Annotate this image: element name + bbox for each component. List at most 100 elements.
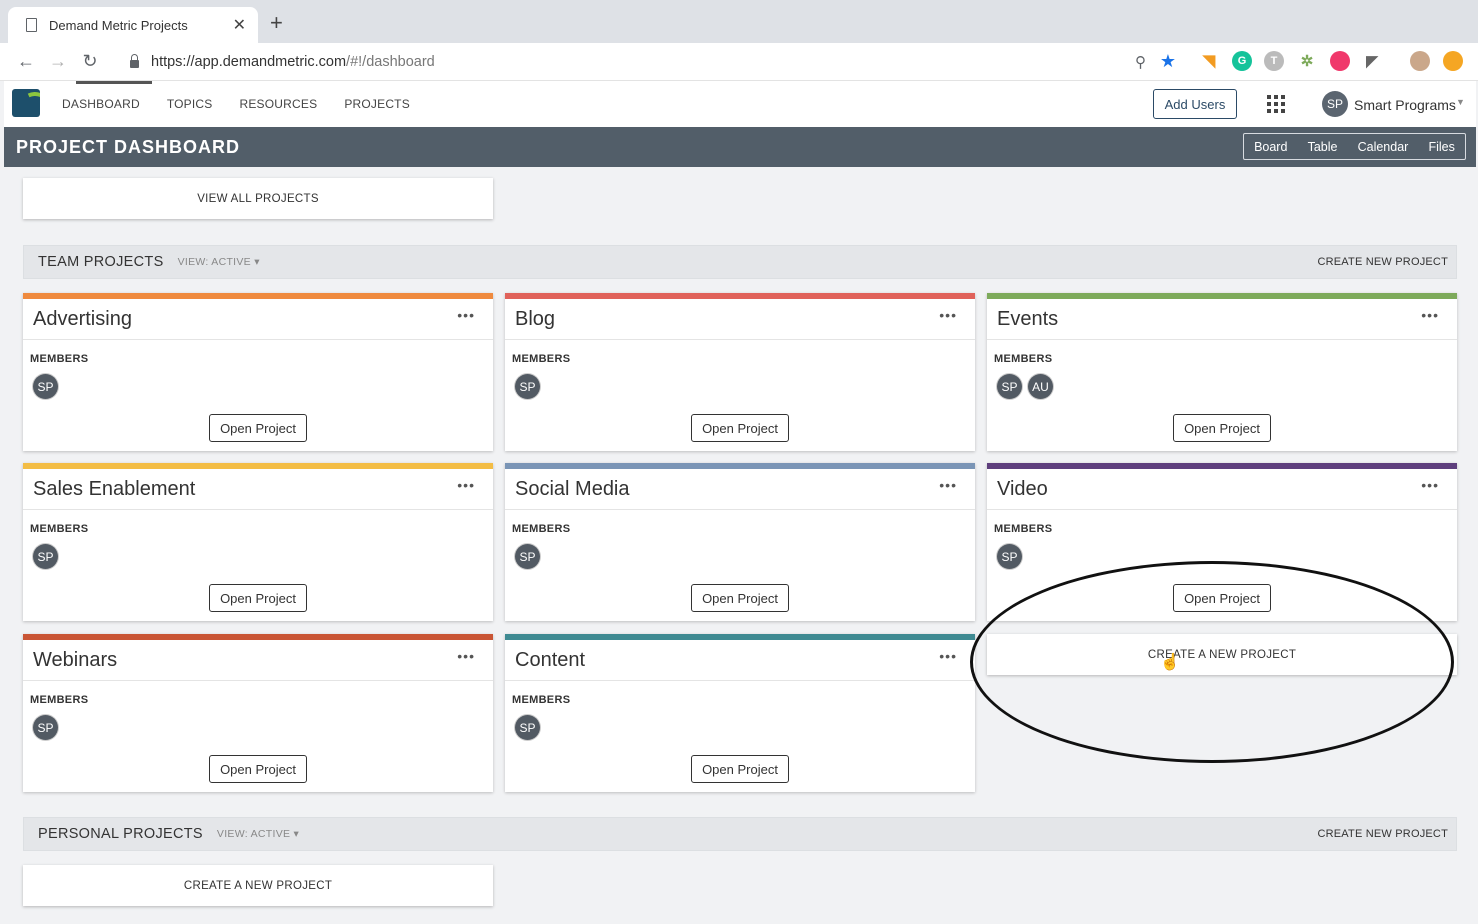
nav-dashboard[interactable]: DASHBOARD <box>62 97 140 111</box>
card-color-stripe <box>23 293 493 299</box>
member-avatar[interactable]: SP <box>997 544 1022 569</box>
open-project-button[interactable]: Open Project <box>691 414 789 442</box>
more-options-icon[interactable]: ••• <box>457 477 475 493</box>
members-label: MEMBERS <box>512 353 571 365</box>
nav-projects[interactable]: PROJECTS <box>344 97 410 111</box>
member-avatar[interactable]: AU <box>1028 374 1053 399</box>
nav-topics[interactable]: TOPICS <box>167 97 213 111</box>
bookmark-star-icon[interactable]: ★ <box>1160 51 1176 72</box>
team-view-filter[interactable]: VIEW: ACTIVE ▾ <box>178 256 260 268</box>
project-card-events: Events ••• MEMBERS SP AU Open Project <box>987 293 1457 451</box>
open-project-button[interactable]: Open Project <box>691 584 789 612</box>
member-avatar[interactable]: SP <box>33 715 58 740</box>
project-name: Blog <box>515 308 556 330</box>
members-label: MEMBERS <box>994 523 1053 535</box>
rss-extension-icon[interactable]: ◥ <box>1199 51 1219 71</box>
page-title: PROJECT DASHBOARD <box>16 137 241 157</box>
add-users-button[interactable]: Add Users <box>1153 89 1237 119</box>
more-options-icon[interactable]: ••• <box>1421 307 1439 323</box>
member-avatar[interactable]: SP <box>515 715 540 740</box>
grammarly-extension-icon[interactable]: G <box>1232 51 1252 71</box>
member-avatar[interactable]: SP <box>33 374 58 399</box>
new-tab-icon[interactable]: + <box>270 12 283 34</box>
lock-icon <box>130 54 139 68</box>
team-create-new-project-link[interactable]: CREATE NEW PROJECT <box>1317 256 1448 268</box>
active-nav-indicator <box>76 81 152 84</box>
more-options-icon[interactable]: ••• <box>939 648 957 664</box>
open-project-button[interactable]: Open Project <box>209 414 307 442</box>
browser-tab[interactable]: Demand Metric Projects ✕ <box>8 7 258 43</box>
more-options-icon[interactable]: ••• <box>939 477 957 493</box>
url-field[interactable]: https://app.demandmetric.com/#!/dashboar… <box>118 47 1186 77</box>
pin-extension-icon[interactable]: ◤ <box>1362 51 1382 71</box>
profile-icon[interactable] <box>1410 51 1430 71</box>
more-options-icon[interactable]: ••• <box>457 307 475 323</box>
project-name: Content <box>515 649 586 671</box>
project-card-sales-enablement: Sales Enablement ••• MEMBERS SP Open Pro… <box>23 463 493 621</box>
chevron-down-icon[interactable]: ▼ <box>1456 97 1465 107</box>
view-files[interactable]: Files <box>1428 140 1454 154</box>
view-calendar[interactable]: Calendar <box>1358 140 1409 154</box>
card-color-stripe <box>23 634 493 640</box>
project-card-blog: Blog ••• MEMBERS SP Open Project <box>505 293 975 451</box>
open-project-button[interactable]: Open Project <box>691 755 789 783</box>
open-project-button[interactable]: Open Project <box>1173 414 1271 442</box>
project-dashboard-bar: PROJECT DASHBOARD Board Table Calendar F… <box>4 127 1476 167</box>
more-options-icon[interactable]: ••• <box>939 307 957 323</box>
open-project-button[interactable]: Open Project <box>1173 584 1271 612</box>
bug-extension-icon[interactable]: ✲ <box>1297 51 1317 71</box>
member-avatar[interactable]: SP <box>515 544 540 569</box>
more-options-icon[interactable]: ••• <box>1421 477 1439 493</box>
team-create-new-project-card[interactable]: CREATE A NEW PROJECT <box>987 634 1457 675</box>
personal-projects-title: PERSONAL PROJECTS <box>38 826 203 842</box>
close-tab-icon[interactable]: ✕ <box>233 15 246 35</box>
project-name: Advertising <box>33 308 132 330</box>
hand-cursor-icon: ☝ <box>1160 654 1180 671</box>
url-host: https://app.demandmetric.com <box>151 54 347 70</box>
project-name: Events <box>997 308 1059 330</box>
browser-tabstrip: Demand Metric Projects ✕ + <box>0 0 1478 43</box>
record-extension-icon[interactable] <box>1330 51 1350 71</box>
card-color-stripe <box>505 634 975 640</box>
member-avatar[interactable]: SP <box>515 374 540 399</box>
nav-resources[interactable]: RESOURCES <box>239 97 317 111</box>
open-project-button[interactable]: Open Project <box>209 584 307 612</box>
open-project-button[interactable]: Open Project <box>209 755 307 783</box>
more-options-icon[interactable]: ••• <box>457 648 475 664</box>
project-card-webinars: Webinars ••• MEMBERS SP Open Project <box>23 634 493 792</box>
back-icon[interactable]: ← <box>10 51 42 72</box>
personal-projects-bar: PERSONAL PROJECTS VIEW: ACTIVE ▾ CREATE … <box>23 817 1457 851</box>
user-avatar[interactable]: SP <box>1322 91 1348 117</box>
extension-icon[interactable]: T <box>1264 51 1284 71</box>
user-name[interactable]: Smart Programs <box>1354 97 1456 113</box>
project-card-advertising: Advertising ••• MEMBERS SP Open Project <box>23 293 493 451</box>
demandmetric-logo[interactable] <box>12 89 40 117</box>
project-card-content: Content ••• MEMBERS SP Open Project <box>505 634 975 792</box>
members-label: MEMBERS <box>30 694 89 706</box>
project-name: Webinars <box>33 649 118 671</box>
card-color-stripe <box>987 463 1457 469</box>
personal-create-new-project-link[interactable]: CREATE NEW PROJECT <box>1317 828 1448 840</box>
card-color-stripe <box>505 293 975 299</box>
zoom-icon[interactable]: ⚲ <box>1135 53 1146 71</box>
member-avatar[interactable]: SP <box>997 374 1022 399</box>
team-projects-bar: TEAM PROJECTS VIEW: ACTIVE ▾ CREATE NEW … <box>23 245 1457 279</box>
view-all-projects-button[interactable]: VIEW ALL PROJECTS <box>23 178 493 219</box>
forward-icon[interactable]: → <box>42 51 74 72</box>
project-name: Sales Enablement <box>33 478 196 500</box>
personal-view-filter[interactable]: VIEW: ACTIVE ▾ <box>217 828 299 840</box>
main-nav: DASHBOARD TOPICS RESOURCES PROJECTS <box>62 97 437 111</box>
view-switcher: Board Table Calendar Files <box>1243 133 1466 160</box>
project-card-video: Video ••• MEMBERS SP Open Project <box>987 463 1457 621</box>
view-board[interactable]: Board <box>1254 140 1287 154</box>
extension-orange-icon[interactable] <box>1443 51 1463 71</box>
url-path: /#!/dashboard <box>346 54 435 70</box>
reload-icon[interactable]: ↻ <box>74 51 106 72</box>
member-avatar[interactable]: SP <box>33 544 58 569</box>
personal-create-new-project-card[interactable]: CREATE A NEW PROJECT <box>23 865 493 906</box>
project-name: Social Media <box>515 478 630 500</box>
team-projects-title: TEAM PROJECTS <box>38 254 164 270</box>
apps-grid-icon[interactable] <box>1267 95 1285 113</box>
address-bar-row: ← → ↻ https://app.demandmetric.com/#!/da… <box>0 43 1478 81</box>
view-table[interactable]: Table <box>1308 140 1338 154</box>
